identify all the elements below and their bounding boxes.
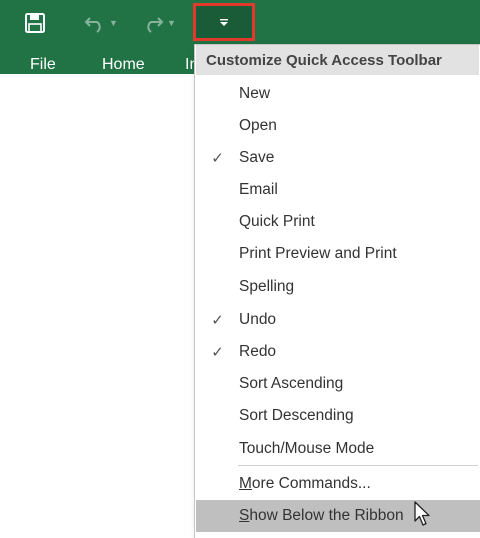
menu-item-label: Email <box>239 181 278 198</box>
undo-button[interactable]: ▼ <box>84 10 118 36</box>
menu-item-redo[interactable]: ✓ Redo <box>196 336 476 368</box>
tab-file[interactable]: File <box>30 55 56 75</box>
redo-button[interactable]: ▼ <box>142 10 176 36</box>
menu-item-sort-descending[interactable]: Sort Descending <box>196 400 476 432</box>
customize-qat-dropdown-icon <box>220 18 228 26</box>
menu-item-save[interactable]: ✓ Save <box>196 142 476 174</box>
label-rest: ore Commands... <box>251 475 371 492</box>
customize-qat-button[interactable] <box>193 3 255 41</box>
menu-divider <box>238 465 478 466</box>
menu-item-label: More Commands... <box>239 475 476 493</box>
customize-qat-menu: Customize Quick Access Toolbar New Open … <box>194 44 480 538</box>
menu-item-new[interactable]: New <box>196 78 476 110</box>
menu-item-open[interactable]: Open <box>196 110 476 142</box>
menu-item-label: Print Preview and Print <box>239 245 397 262</box>
menu-item-label: Undo <box>239 311 277 328</box>
menu-item-email[interactable]: Email <box>196 174 476 206</box>
tab-home[interactable]: Home <box>102 55 145 75</box>
menu-item-label: Sort Descending <box>239 407 354 424</box>
redo-dropdown-icon[interactable]: ▼ <box>167 18 176 28</box>
show-below-ribbon-item[interactable]: Show Below the Ribbon <box>196 500 480 532</box>
accelerator-key: M <box>239 475 252 492</box>
save-icon <box>25 13 45 33</box>
check-icon: ✓ <box>211 150 224 167</box>
mouse-pointer-icon <box>414 501 430 526</box>
menu-item-print-preview[interactable]: Print Preview and Print <box>196 238 476 270</box>
menu-item-touch-mouse-mode[interactable]: Touch/Mouse Mode <box>196 433 476 465</box>
save-button[interactable] <box>24 10 46 36</box>
menu-item-label: Sort Ascending <box>239 375 344 392</box>
menu-item-label: Save <box>239 149 275 166</box>
menu-item-quick-print[interactable]: Quick Print <box>196 206 476 238</box>
undo-dropdown-icon[interactable]: ▼ <box>109 18 118 28</box>
menu-header: Customize Quick Access Toolbar <box>196 45 479 75</box>
menu-item-undo[interactable]: ✓ Undo <box>196 304 476 336</box>
label-rest: how Below the Ribbon <box>249 507 404 524</box>
check-icon: ✓ <box>211 312 224 329</box>
accelerator-key: S <box>239 507 250 524</box>
menu-item-label: Spelling <box>239 278 295 295</box>
menu-item-label: Quick Print <box>239 213 315 230</box>
menu-item-spelling[interactable]: Spelling <box>196 271 476 303</box>
menu-item-sort-ascending[interactable]: Sort Ascending <box>196 368 476 400</box>
check-icon: ✓ <box>211 344 224 361</box>
menu-item-label: Open <box>239 117 277 134</box>
more-commands-item[interactable]: More Commands... <box>196 468 476 500</box>
menu-item-label: Touch/Mouse Mode <box>239 440 375 457</box>
menu-item-label: Show Below the Ribbon <box>239 507 480 525</box>
menu-item-label: New <box>239 85 271 102</box>
menu-item-label: Redo <box>239 343 277 360</box>
undo-icon <box>84 17 101 33</box>
redo-icon <box>147 17 164 33</box>
